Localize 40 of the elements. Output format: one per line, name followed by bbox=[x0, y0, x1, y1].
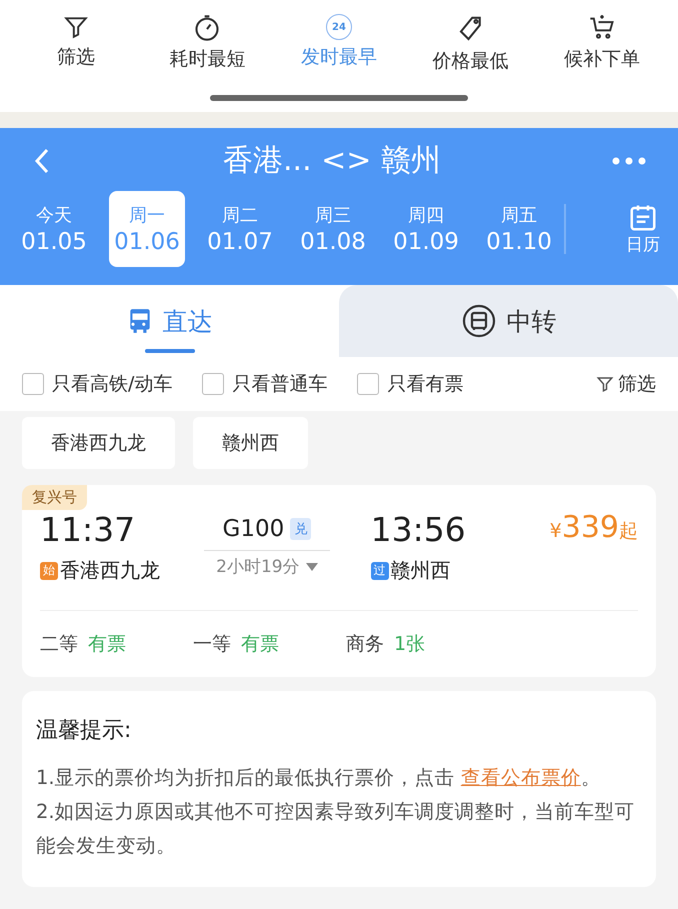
clock-badge-icon: 24 bbox=[326, 14, 352, 40]
stop-badge: 过 bbox=[370, 562, 389, 580]
filter-checkbox[interactable]: 只看有票 bbox=[357, 371, 464, 397]
filter-checkbox[interactable]: 只看高铁/动车 bbox=[22, 371, 172, 397]
duration: 2小时19分 bbox=[216, 556, 300, 578]
dropdown-icon[interactable] bbox=[306, 562, 318, 570]
sort-option[interactable]: 候补下单 bbox=[542, 14, 662, 84]
stop-badge: 始 bbox=[40, 562, 58, 580]
train-card[interactable]: 复兴号 11:37 始 香港西九龙 G100 兑 2小时19分 13:56 过 赣州西 ¥339起 二等 有票 一等 有票 商务 1张 bbox=[22, 485, 656, 677]
station-chip[interactable]: 赣州西 bbox=[193, 417, 308, 469]
seat-class: 二等 bbox=[40, 632, 78, 657]
filter-checkbox[interactable]: 只看普通车 bbox=[202, 371, 328, 397]
seat-class: 一等 bbox=[193, 632, 231, 657]
seat-class: 商务 bbox=[346, 632, 384, 657]
depart-time: 11:37 bbox=[40, 510, 136, 549]
sort-option[interactable]: 耗时最短 bbox=[147, 14, 268, 84]
arrive-time: 13:56 bbox=[370, 510, 467, 549]
seat-availability: 有票 bbox=[241, 632, 279, 657]
station-name: 香港西九龙 bbox=[60, 557, 160, 584]
route-tab[interactable]: 中转 bbox=[339, 285, 678, 357]
station-name: 赣州西 bbox=[390, 557, 451, 584]
sort-option[interactable]: 筛选 bbox=[16, 14, 136, 84]
train-type-tag: 复兴号 bbox=[22, 485, 87, 510]
price: ¥339起 bbox=[550, 510, 638, 545]
sort-option[interactable]: 价格最低 bbox=[410, 14, 531, 84]
notice-text: 1.显示的票价均为折扣后的最低执行票价，点击 查看公布票价。 bbox=[36, 765, 602, 791]
notice-text: 2.如因运力原因或其他不可控因素导致列车调度调整时，当前车型可能会发生变动。 bbox=[36, 799, 636, 859]
notice-title: 温馨提示: bbox=[36, 717, 132, 745]
filter-icon bbox=[596, 375, 614, 393]
calendar-icon bbox=[628, 202, 658, 232]
route-title: 香港... <> 赣州 bbox=[223, 142, 441, 180]
seat-availability: 有票 bbox=[88, 632, 126, 657]
more-icon[interactable] bbox=[612, 156, 646, 164]
train-number: G100 bbox=[222, 516, 284, 542]
filter-button[interactable]: 筛选 bbox=[596, 371, 656, 397]
clock-icon bbox=[193, 14, 222, 42]
number-badge: 兑 bbox=[290, 518, 312, 540]
station-chip[interactable]: 香港西九龙 bbox=[22, 417, 175, 469]
seat-availability: 1张 bbox=[394, 632, 426, 657]
bus-circle-icon bbox=[460, 303, 496, 339]
